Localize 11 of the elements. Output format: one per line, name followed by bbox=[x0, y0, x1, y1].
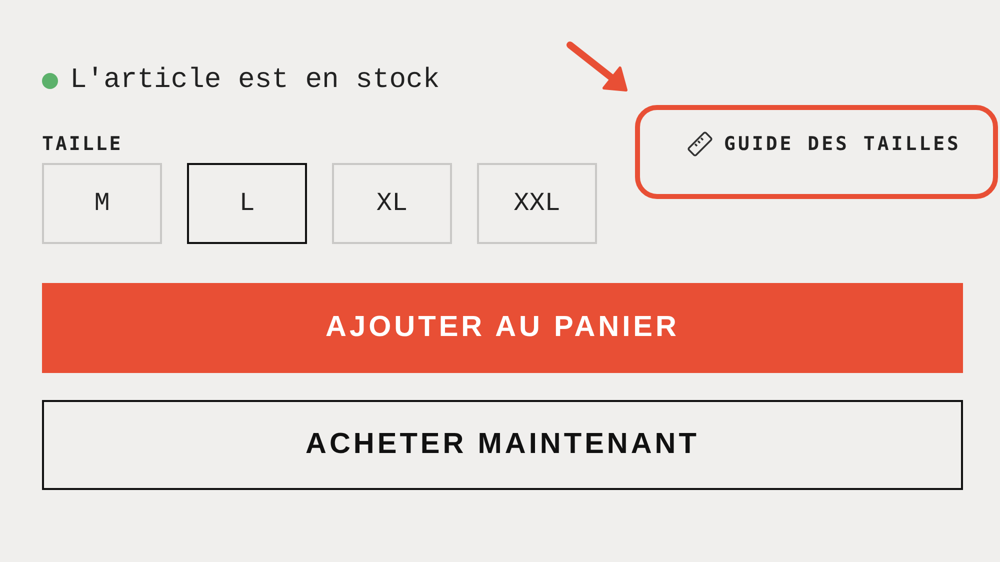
add-to-cart-button[interactable]: AJOUTER AU PANIER bbox=[42, 283, 963, 373]
size-guide-link[interactable]: GUIDE DES TAILLES bbox=[686, 130, 961, 158]
size-option[interactable]: XL bbox=[332, 163, 452, 244]
size-label: TAILLE bbox=[42, 132, 123, 157]
stock-status-text: L'article est en stock bbox=[70, 64, 440, 98]
size-option[interactable]: XXL bbox=[477, 163, 597, 244]
size-option[interactable]: M bbox=[42, 163, 162, 244]
annotation-arrow bbox=[566, 40, 630, 94]
size-option[interactable]: L bbox=[187, 163, 307, 244]
ruler-icon bbox=[686, 130, 714, 158]
buy-now-button[interactable]: ACHETER MAINTENANT bbox=[42, 400, 963, 490]
